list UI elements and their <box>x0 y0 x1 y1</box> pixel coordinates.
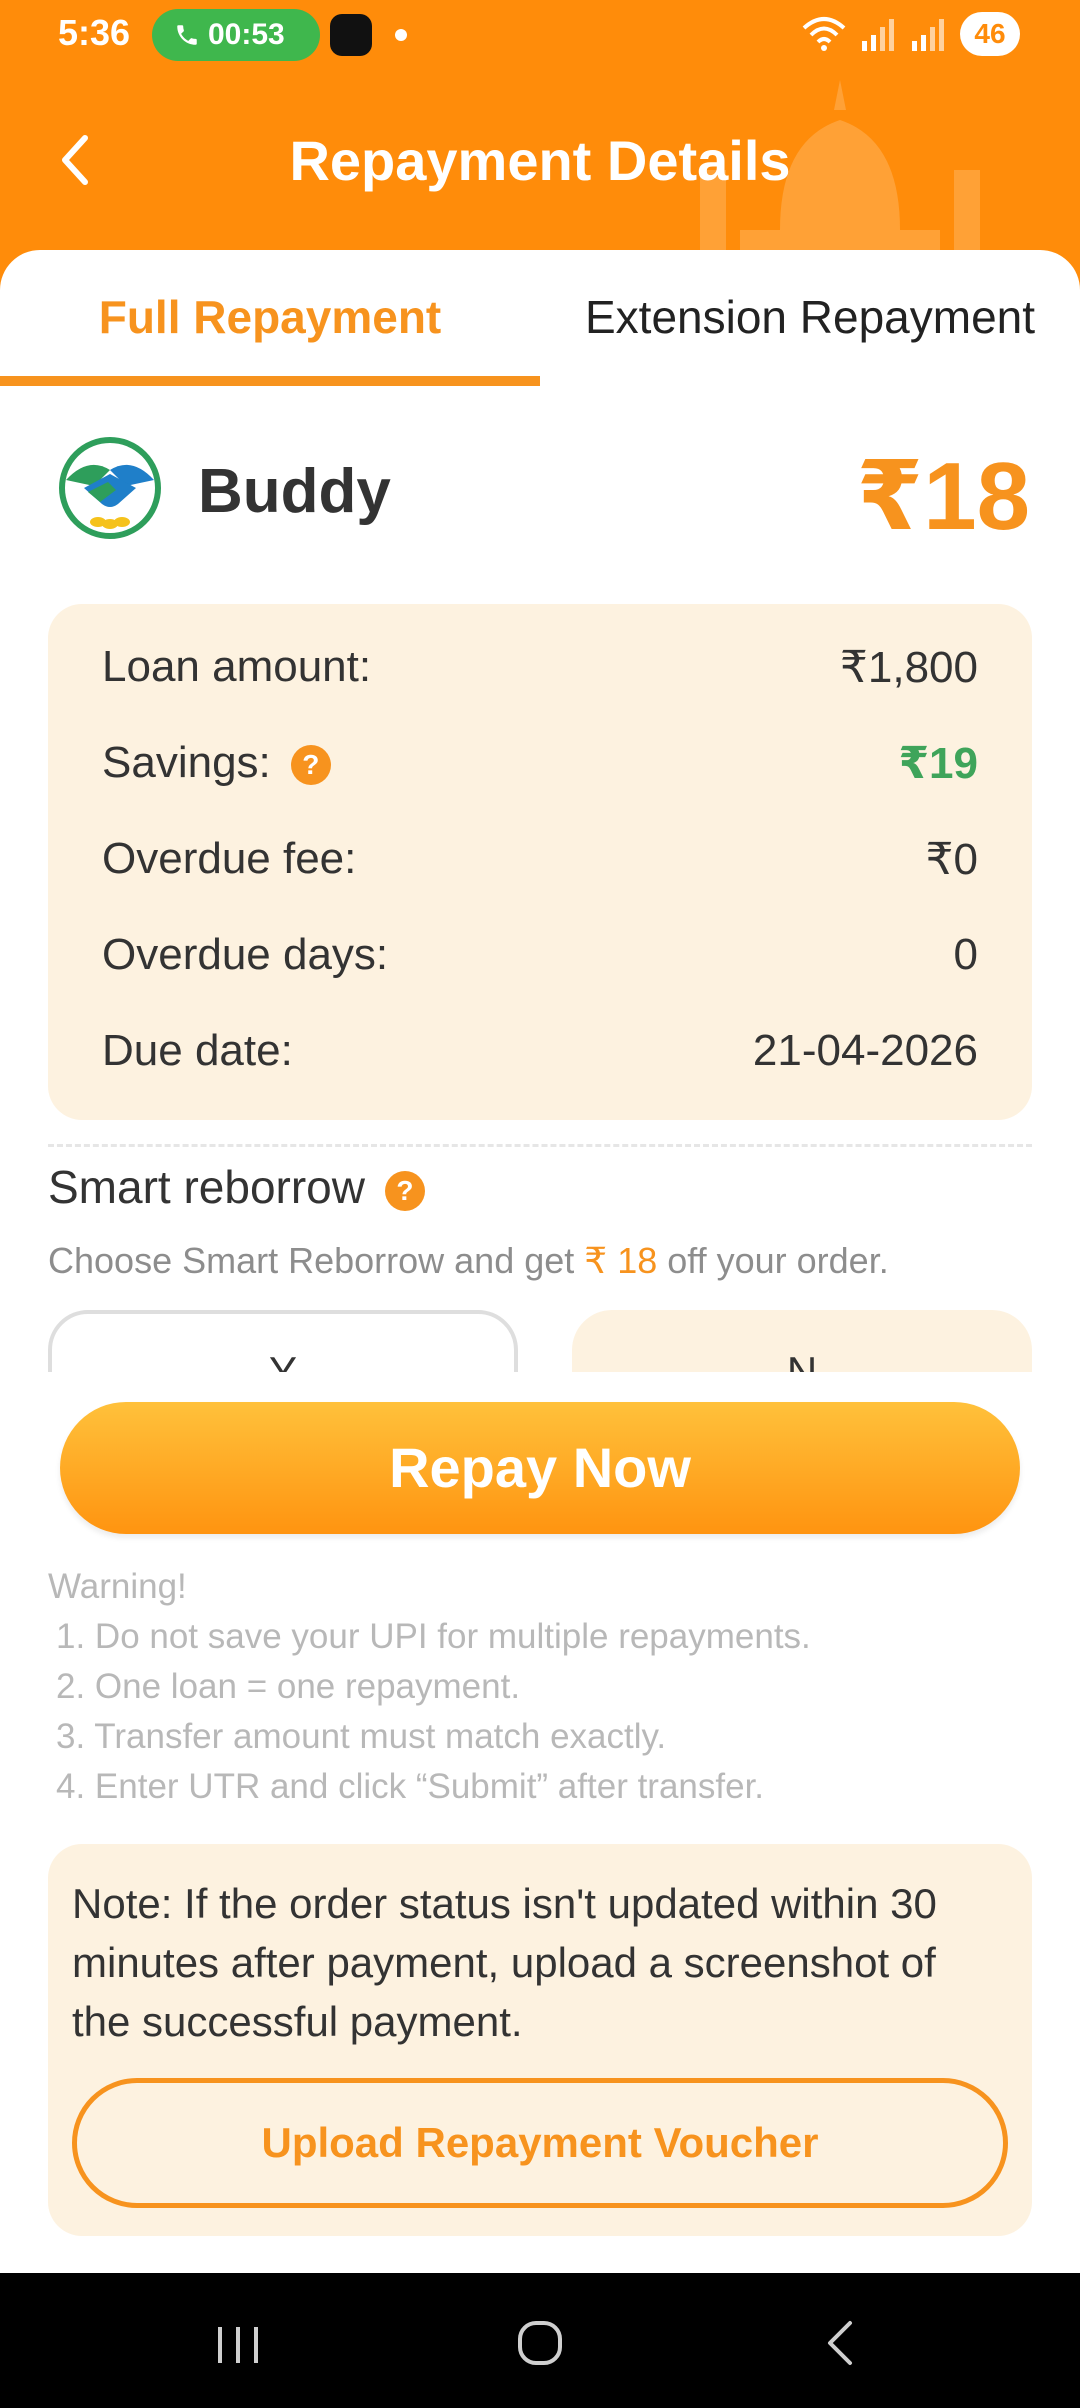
note-text: Note: If the order status isn't updated … <box>72 1880 937 2045</box>
loan-amount-value: ₹1,800 <box>839 643 978 692</box>
smart-reborrow-label: Smart reborrow <box>48 1161 365 1213</box>
wifi-icon <box>802 17 846 51</box>
system-icons: 46 <box>802 12 1020 56</box>
tab-full-repayment[interactable]: Full Repayment <box>0 290 540 344</box>
savings-value: ₹19 <box>898 739 978 788</box>
repay-now-button[interactable]: Repay Now <box>60 1402 1020 1534</box>
warning-item: 1. Do not save your UPI for multiple rep… <box>56 1617 811 1656</box>
signal-icon <box>862 19 894 51</box>
overdue-fee-row: Overdue fee: ₹0 <box>102 834 978 894</box>
overdue-days-value: 0 <box>953 930 978 979</box>
due-date-value: 21-04-2026 <box>752 1026 978 1075</box>
smart-reborrow-options: Y N <box>0 1310 1080 1372</box>
savings-label: Savings: <box>102 738 271 787</box>
status-bar: 5:36 00:53 46 <box>0 0 1080 66</box>
overdue-fee-label: Overdue fee: <box>102 834 357 883</box>
system-nav-bar <box>0 2273 1080 2408</box>
loan-details-panel: Loan amount: ₹1,800 Savings:? ₹19 Overdu… <box>48 604 1032 1120</box>
lender-name: Buddy <box>198 457 391 526</box>
signal-icon <box>912 19 944 51</box>
smart-reborrow-discount: ₹ 18 <box>584 1240 658 1281</box>
overdue-days-label: Overdue days: <box>102 930 389 979</box>
active-tab-indicator <box>0 376 540 386</box>
warning-heading: Warning! <box>48 1567 187 1606</box>
tab-extension-repayment[interactable]: Extension Repayment <box>540 290 1080 344</box>
handshake-logo-icon <box>59 437 161 539</box>
note-panel: Note: If the order status isn't updated … <box>48 1844 1032 2236</box>
notification-app-icon <box>330 14 372 56</box>
ongoing-call-indicator[interactable]: 00:53 <box>152 9 320 61</box>
page-title: Repayment Details <box>289 129 791 192</box>
back-nav-icon[interactable] <box>812 2313 872 2373</box>
notification-dot-icon <box>395 29 407 41</box>
help-icon[interactable]: ? <box>384 1170 425 1211</box>
warning-block: Warning! 1. Do not save your UPI for mul… <box>48 1562 1032 1812</box>
smart-reborrow-description: Choose Smart Reborrow and get ₹ 18 off y… <box>48 1240 889 1282</box>
recents-nav-icon[interactable] <box>208 2313 268 2373</box>
lender-row: Buddy ₹18 <box>0 436 1080 550</box>
warning-item: 4. Enter UTR and click “Submit” after tr… <box>56 1767 765 1806</box>
due-date-label: Due date: <box>102 1026 293 1075</box>
phone-icon <box>177 25 197 45</box>
loan-amount-row: Loan amount: ₹1,800 <box>102 642 978 702</box>
option-no-button[interactable]: N <box>572 1310 1032 1372</box>
repayment-tabs: Full Repayment Extension Repayment <box>0 250 1080 390</box>
warning-item: 2. One loan = one repayment. <box>56 1667 521 1706</box>
battery-indicator: 46 <box>960 12 1020 56</box>
loan-amount-label: Loan amount: <box>102 642 372 691</box>
home-nav-icon[interactable] <box>510 2313 570 2373</box>
divider <box>48 1144 1032 1147</box>
overdue-days-row: Overdue days: 0 <box>102 930 978 990</box>
savings-row: Savings:? ₹19 <box>102 738 978 798</box>
call-duration: 00:53 <box>208 18 285 51</box>
smart-reborrow-desc-suffix: off your order. <box>657 1240 889 1281</box>
option-yes-button[interactable]: Y <box>48 1310 518 1372</box>
smart-reborrow-desc-prefix: Choose Smart Reborrow and get <box>48 1240 585 1281</box>
repayment-amount: ₹18 <box>856 443 1030 550</box>
upload-voucher-button[interactable]: Upload Repayment Voucher <box>72 2078 1008 2208</box>
smart-reborrow-title: Smart reborrow? <box>48 1160 425 1214</box>
status-time: 5:36 <box>58 12 131 53</box>
help-icon[interactable]: ? <box>290 745 331 786</box>
warning-item: 3. Transfer amount must match exactly. <box>56 1717 667 1756</box>
repayment-card: Full Repayment Extension Repayment Buddy… <box>0 250 1080 2273</box>
overdue-fee-value: ₹0 <box>925 835 978 884</box>
due-date-row: Due date: 21-04-2026 <box>102 1026 978 1086</box>
